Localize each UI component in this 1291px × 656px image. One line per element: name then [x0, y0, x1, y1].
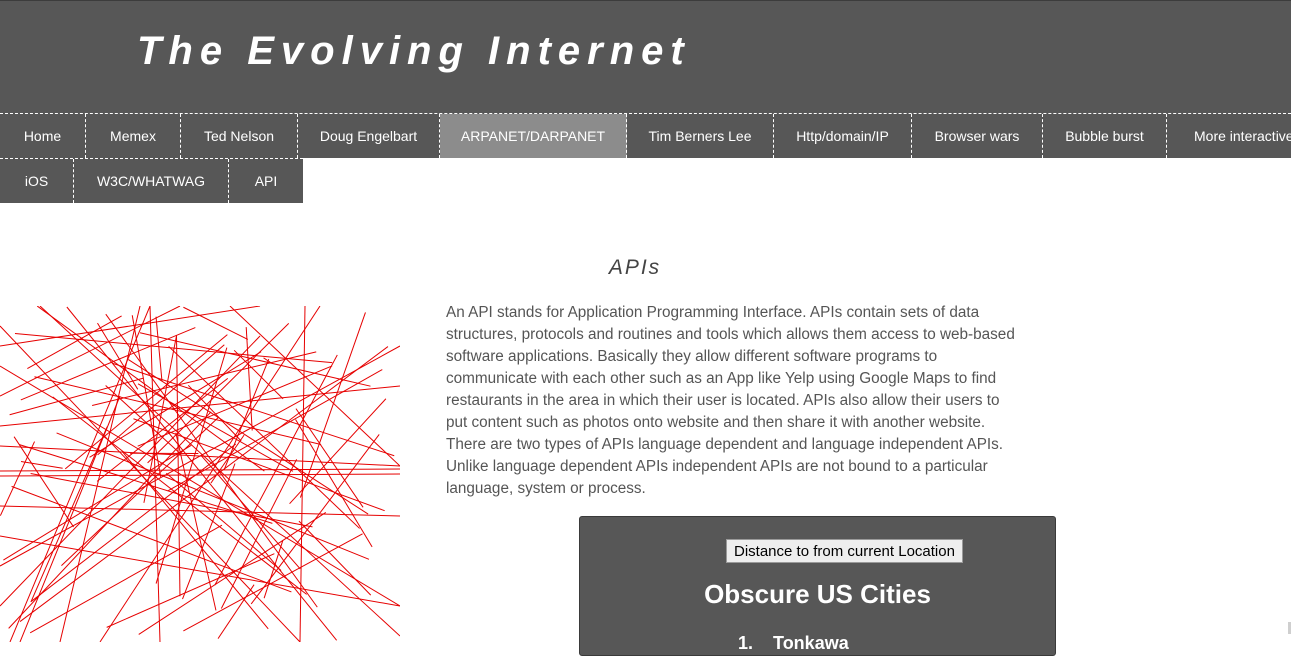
page-heading: APIs: [560, 256, 710, 280]
art-line: [0, 474, 400, 476]
nav-item-w3c-whatwag[interactable]: W3C/WHATWAG: [74, 159, 229, 203]
nav-item-tim-berners-lee[interactable]: Tim Berners Lee: [627, 114, 774, 158]
art-line: [188, 385, 241, 441]
art-line: [14, 437, 73, 527]
art-line: [107, 554, 275, 628]
art-line: [0, 442, 34, 516]
nav-item-arpanet[interactable]: ARPANET/DARPANET: [440, 114, 627, 158]
nav-item-more-interactive[interactable]: More interactive w: [1167, 114, 1291, 158]
red-line-artwork: [0, 306, 400, 642]
art-line: [20, 347, 388, 622]
art-line: [166, 473, 281, 570]
list-city: Tonkawa: [773, 633, 849, 653]
nav-item-memex[interactable]: Memex: [86, 114, 181, 158]
list-number: 1.: [738, 633, 753, 653]
distance-location-button[interactable]: Distance to from current Location: [726, 539, 963, 563]
art-line: [100, 306, 320, 642]
nav-bar-row-1: Home Memex Ted Nelson Doug Engelbart ARP…: [0, 113, 1291, 158]
art-line: [122, 451, 268, 629]
art-line: [299, 521, 371, 595]
nav-item-ios[interactable]: iOS: [0, 159, 74, 203]
cities-list: 1. Tonkawa: [738, 631, 849, 655]
art-line: [156, 317, 162, 381]
art-line: [183, 307, 247, 339]
art-line: [176, 433, 216, 611]
art-line: [60, 306, 140, 642]
art-line: [224, 359, 269, 470]
nav-item-api[interactable]: API: [229, 159, 303, 203]
art-line: [97, 323, 137, 389]
art-line: [57, 433, 369, 559]
cities-panel: Distance to from current Location Obscur…: [579, 516, 1056, 656]
art-line: [61, 417, 218, 566]
art-line: [30, 525, 222, 633]
art-line: [21, 461, 63, 468]
art-line: [296, 409, 363, 508]
list-item: 1. Tonkawa: [738, 631, 849, 655]
nav-item-bubble-burst[interactable]: Bubble burst: [1043, 114, 1167, 158]
site-title: The Evolving Internet: [137, 29, 691, 74]
art-line: [15, 333, 332, 362]
art-line: [296, 419, 373, 546]
art-line: [139, 512, 326, 634]
art-line: [31, 427, 107, 602]
cities-title: Obscure US Cities: [580, 579, 1055, 610]
nav-item-http-domain-ip[interactable]: Http/domain/IP: [774, 114, 912, 158]
nav-item-home[interactable]: Home: [0, 114, 86, 158]
line-art-canvas: [0, 306, 400, 642]
art-line: [128, 360, 368, 515]
nav-item-ted-nelson[interactable]: Ted Nelson: [181, 114, 298, 158]
art-line: [12, 486, 292, 592]
nav-item-browser-wars[interactable]: Browser wars: [912, 114, 1043, 158]
site-header: The Evolving Internet: [0, 0, 1291, 113]
api-description: An API stands for Application Programmin…: [446, 302, 1018, 500]
art-line: [218, 585, 254, 639]
nav-bar-row-2: iOS W3C/WHATWAG API: [0, 158, 303, 203]
nav-item-doug-engelbart[interactable]: Doug Engelbart: [298, 114, 440, 158]
